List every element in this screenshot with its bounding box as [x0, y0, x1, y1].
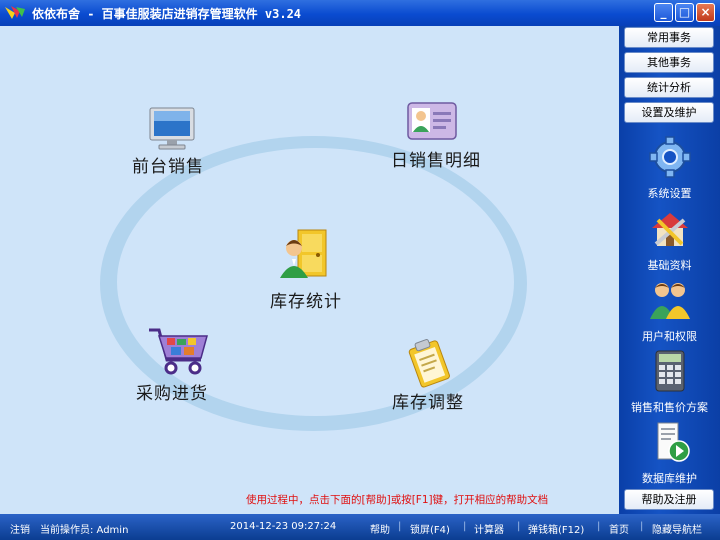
database-play-icon	[657, 422, 690, 462]
calculator-link[interactable]: 计算器	[474, 521, 504, 536]
module-label: 采购进货	[136, 384, 208, 404]
module-label: 库存调整	[392, 393, 464, 413]
window-title: 依依布舍 - 百事佳服装店进销存管理软件 v3.24	[32, 7, 302, 21]
nav-system-settings[interactable]: 系统设置	[619, 136, 720, 201]
main-workspace: 前台销售 日销售明细 库存统计 采购进货 库存调整 使用过程中，点击下面的[帮助…	[0, 26, 619, 514]
separator: |	[597, 521, 601, 532]
title-bar: 依依布舍 - 百事佳服装店进销存管理软件 v3.24 _ □ ×	[0, 0, 720, 26]
house-tools-icon	[651, 213, 688, 246]
separator: |	[398, 521, 402, 532]
separator: |	[517, 521, 521, 532]
module-label: 日销售明细	[391, 151, 481, 171]
help-register-button[interactable]: 帮助及注册	[624, 489, 714, 510]
separator: |	[463, 521, 467, 532]
nav-sales-pricing[interactable]: 销售和售价方案	[619, 350, 720, 415]
nav-label: 用户和权限	[642, 330, 697, 343]
shopping-cart-icon	[149, 328, 208, 375]
tab-statistics[interactable]: 统计分析	[624, 77, 714, 98]
minimize-button[interactable]: _	[654, 3, 673, 22]
tab-other-tasks[interactable]: 其他事务	[624, 52, 714, 73]
nav-label: 数据库维护	[642, 472, 697, 485]
separator: |	[640, 521, 644, 532]
nav-users-permissions[interactable]: 用户和权限	[619, 279, 720, 344]
close-button[interactable]: ×	[696, 3, 715, 22]
home-link[interactable]: 首页	[609, 521, 629, 536]
nav-database-maintenance[interactable]: 数据库维护	[619, 421, 720, 486]
logout-link[interactable]: 注销	[10, 521, 30, 536]
module-purchase[interactable]: 采购进货	[135, 324, 225, 404]
module-inventory-stats[interactable]: 库存统计	[270, 228, 360, 312]
module-label: 库存统计	[270, 292, 342, 312]
hide-nav-link[interactable]: 隐藏导航栏	[652, 521, 702, 536]
module-daily-sales-detail[interactable]: 日销售明细	[390, 100, 505, 172]
module-inventory-adjust[interactable]: 库存调整	[392, 338, 482, 418]
tab-common-tasks[interactable]: 常用事务	[624, 27, 714, 48]
nav-basic-data[interactable]: 基础资料	[619, 208, 720, 273]
id-card-icon	[407, 102, 457, 140]
datetime-display: 2014-12-23 09:27:24	[230, 521, 337, 532]
users-icon	[649, 283, 690, 319]
maximize-button[interactable]: □	[675, 3, 694, 22]
gear-icon	[648, 136, 691, 178]
help-link[interactable]: 帮助	[370, 521, 390, 536]
monitor-icon	[149, 107, 195, 150]
right-nav-panel: 常用事务 其他事务 统计分析 设置及维护 系统设置 基础资料 用户和权限 销售和…	[619, 26, 720, 514]
nav-label: 销售和售价方案	[631, 401, 708, 414]
nav-label: 基础资料	[647, 259, 692, 272]
user-door-icon	[280, 229, 327, 278]
calculator-icon	[655, 350, 684, 392]
tab-settings-maintenance[interactable]: 设置及维护	[624, 102, 714, 123]
module-label: 前台销售	[132, 157, 204, 177]
lock-screen-link[interactable]: 锁屏(F4)	[410, 521, 450, 536]
status-bar: 注销 当前操作员: Admin 2014-12-23 09:27:24 帮助 |…	[0, 514, 720, 540]
module-front-sales[interactable]: 前台销售	[130, 106, 220, 177]
nav-label: 系统设置	[647, 187, 692, 200]
cash-drawer-link[interactable]: 弹钱箱(F12)	[528, 521, 584, 536]
app-logo-icon	[5, 6, 25, 19]
current-operator: 当前操作员: Admin	[40, 525, 129, 536]
help-hint-text: 使用过程中，点击下面的[帮助]或按[F1]键，打开相应的帮助文档	[246, 494, 549, 506]
clipboard-icon	[408, 339, 450, 388]
